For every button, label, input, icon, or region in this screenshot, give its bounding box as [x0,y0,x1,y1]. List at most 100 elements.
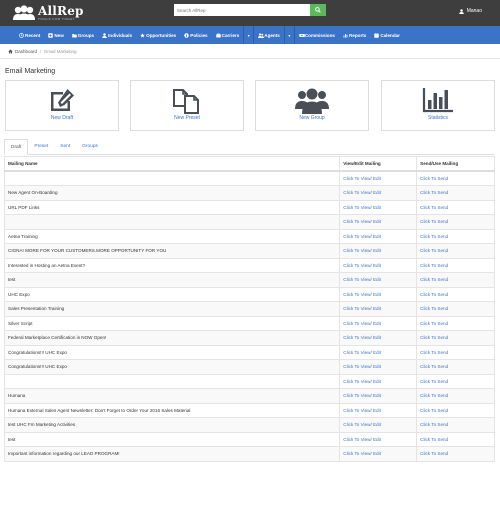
carriers-dropdown-toggle[interactable]: ▾ [244,26,253,44]
tab-draft[interactable]: Draft [4,139,29,155]
nav-label: Recent [25,32,41,38]
nav-item-opportunities[interactable]: Opportunities [136,26,180,44]
send-link[interactable]: Click To Send [416,214,495,230]
caret-down-icon: ▾ [288,32,291,38]
table-row: CIGNA! MORE FOR YOUR CUSTOMERS.MORE OPPO… [3,243,495,259]
breadcrumb-home[interactable]: Dashboard [8,49,37,54]
mailing-name-cell [3,170,341,186]
tab-groups[interactable]: Groups [76,139,104,154]
money-icon [299,33,305,38]
nav-item-carriers[interactable]: Carriers [212,26,244,44]
mailing-name-cell: CIGNA! MORE FOR YOUR CUSTOMERS.MORE OPPO… [3,243,341,259]
view-edit-link[interactable]: Click To View/ Edit [339,301,418,317]
send-link[interactable]: Click To Send [416,373,495,389]
briefcase-icon [215,32,221,38]
table-row: Important information regarding our LEAD… [3,446,495,462]
view-edit-link[interactable]: Click To View/ Edit [339,359,418,375]
send-link[interactable]: Click To Send [416,301,495,317]
table-row: Congratulations!!! UHC Expo Click To View… [3,359,495,375]
view-edit-link[interactable]: Click To View/ Edit [339,388,418,404]
nav-item-new[interactable]: New [44,26,67,44]
new-draft-label: New Draft [50,115,74,121]
send-link[interactable]: Click To Send [416,286,495,302]
view-edit-link[interactable]: Click To View/ Edit [339,373,418,389]
copy-icon [173,89,199,114]
send-link[interactable]: Click To Send [416,446,495,462]
send-link[interactable]: Click To Send [416,330,495,346]
mailing-name-cell: Congratulations!!! UHC Expo [3,344,341,360]
view-edit-link[interactable]: Click To View/ Edit [339,431,418,447]
user-menu[interactable]: Manao [458,8,482,14]
calendar-icon [374,32,380,38]
view-edit-link[interactable]: Click To View/ Edit [339,199,418,215]
nav-item-agents[interactable]: Agents [254,26,284,44]
send-link[interactable]: Click To Send [416,228,495,244]
search-button[interactable] [310,4,326,16]
view-edit-link[interactable]: Click To View/ Edit [339,272,418,288]
column-header-view-edit[interactable]: View/Edit Mailing [339,156,418,172]
send-link[interactable]: Click To Send [416,315,495,331]
nav-item-policies[interactable]: Policies [180,26,211,44]
new-group-label: New Group [299,115,325,121]
user-name: Manao [466,8,482,14]
nav-label: Policies [190,32,208,38]
view-edit-link[interactable]: Click To View/ Edit [339,446,418,462]
nav-item-groups[interactable]: Groups [68,26,98,44]
nav-item-recent[interactable]: Recent [15,26,44,44]
nav-item-commissions[interactable]: Commissions [295,26,339,44]
new-draft-tile[interactable]: New Draft [5,80,119,131]
send-link[interactable]: Click To Send [416,344,495,360]
view-edit-link[interactable]: Click To View/ Edit [339,185,418,201]
column-header-send-use[interactable]: Send/Use Mailing [416,156,495,172]
nav-item-calendar[interactable]: Calendar [370,26,404,44]
new-preset-tile[interactable]: New Preset [130,80,244,131]
send-link[interactable]: Click To Send [416,272,495,288]
table-row: test UHC Fm Marketing Activities Click To… [3,417,495,433]
table-row: Interested in Hosting an Aetna Event? Cli… [3,257,495,273]
send-link[interactable]: Click To Send [416,243,495,259]
send-link[interactable]: Click To Send [416,359,495,375]
view-edit-link[interactable]: Click To View/ Edit [339,417,418,433]
send-link[interactable]: Click To Send [416,257,495,273]
send-link[interactable]: Click To Send [416,199,495,215]
view-edit-link[interactable]: Click To View/ Edit [339,286,418,302]
breadcrumb-separator: / [40,48,42,54]
logo[interactable]: AllRep TOOLS FOR TODAY [12,3,84,23]
view-edit-link[interactable]: Click To View/ Edit [339,243,418,259]
send-link[interactable]: Click To Send [416,388,495,404]
view-edit-link[interactable]: Click To View/ Edit [339,170,418,186]
statistics-tile[interactable]: Statistics [381,80,495,131]
search-input[interactable] [174,4,310,16]
view-edit-link[interactable]: Click To View/ Edit [339,228,418,244]
tab-sent[interactable]: Sent [54,139,76,154]
table-row: Humana External Sales Agent Newsletter: … [3,402,495,418]
view-edit-link[interactable]: Click To View/ Edit [339,257,418,273]
top-header: AllRep TOOLS FOR TODAY Manao [0,0,500,26]
view-edit-link[interactable]: Click To View/ Edit [339,315,418,331]
tab-preset[interactable]: Preset [28,139,54,154]
agents-dropdown-toggle[interactable]: ▾ [285,26,294,44]
new-group-tile[interactable]: New Group [255,80,369,131]
edit-icon [51,89,74,111]
nav-item-individuals[interactable]: Individuals [98,26,136,44]
nav-item-reports[interactable]: Reports [339,26,370,44]
table-row: Click To View/ Edit Click To Send [3,170,495,186]
page-title: Email Marketing [5,68,56,75]
send-link[interactable]: Click To Send [416,402,495,418]
send-link[interactable]: Click To Send [416,431,495,447]
send-link[interactable]: Click To Send [416,417,495,433]
mailing-name-cell: Important information regarding our LEAD… [3,446,341,462]
send-link[interactable]: Click To Send [416,170,495,186]
view-edit-link[interactable]: Click To View/ Edit [339,402,418,418]
table-header-row: Mailing Name View/Edit Mailing Send/Use … [3,156,495,172]
view-edit-link[interactable]: Click To View/ Edit [339,330,418,346]
send-link[interactable]: Click To Send [416,185,495,201]
mailing-name-cell: Sales Presentation Training [3,301,341,317]
view-edit-link[interactable]: Click To View/ Edit [339,214,418,230]
users-icon [258,32,265,38]
mailing-name-cell: Humana External Sales Agent Newsletter: … [3,402,341,418]
table-row: New Agent On-Boarding Click To View/ Edit… [3,185,495,201]
column-header-mailing-name[interactable]: Mailing Name [3,156,341,172]
logo-tagline: TOOLS FOR TODAY [38,17,76,21]
view-edit-link[interactable]: Click To View/ Edit [339,344,418,360]
